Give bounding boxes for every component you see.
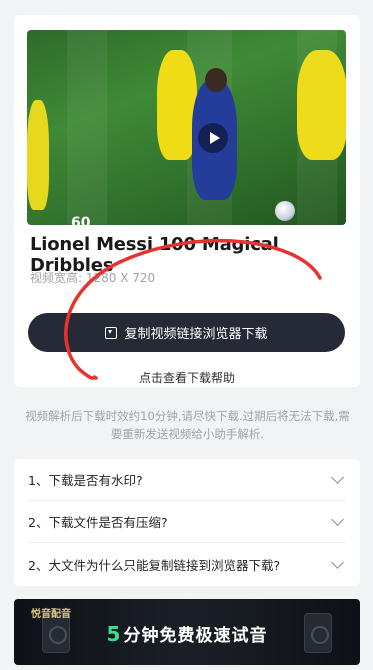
player-head [205,68,227,92]
play-icon[interactable] [198,123,228,153]
faq-list: 1、下载是否有水印? 2、下载文件是否有压缩? 2、大文件为什么只能复制链接到浏… [14,459,360,586]
banner-number: 5 [106,622,122,646]
soccer-ball [275,201,295,221]
video-card: 60 Lionel Messi 100 Magical Dribbles 视频宽… [14,15,360,387]
faq-item-compression[interactable]: 2、下载文件是否有压缩? [28,501,346,543]
faq-question: 2、下载文件是否有压缩? [28,515,168,530]
video-thumbnail[interactable]: 60 [27,30,346,225]
banner-text: 分钟免费极速试音 [123,626,268,646]
expiry-notice: 视频解析后下载时效约10分钟,请尽快下载.过期后将无法下载,需要重新发送视频给小… [25,409,350,441]
faq-item-watermark[interactable]: 1、下载是否有水印? [28,459,346,501]
video-overlay-number: 60 [71,215,91,225]
chevron-down-icon [331,513,344,526]
player-figure [157,50,197,160]
copy-link-download-button[interactable]: 复制视频链接浏览器下载 [28,313,345,352]
download-button-label: 复制视频链接浏览器下载 [124,327,268,342]
promo-banner[interactable]: 悦音配音 5 分钟免费极速试音 [14,599,360,665]
faq-question: 1、下载是否有水印? [28,473,143,488]
faq-item-large-file[interactable]: 2、大文件为什么只能复制链接到浏览器下载? [28,543,346,585]
pitch-stripe [67,30,107,225]
video-resolution: 视频宽高: 1280 X 720 [30,271,156,285]
chevron-down-icon [331,555,344,569]
download-help-link[interactable]: 点击查看下载帮助 [14,369,360,386]
faq-question: 2、大文件为什么只能复制链接到浏览器下载? [28,557,281,573]
player-figure [27,100,49,210]
banner-headline: 5 分钟免费极速试音 [14,621,360,646]
chevron-down-icon [331,471,344,484]
banner-brand: 悦音配音 [31,609,71,620]
player-figure [297,50,346,160]
download-icon [105,326,118,339]
